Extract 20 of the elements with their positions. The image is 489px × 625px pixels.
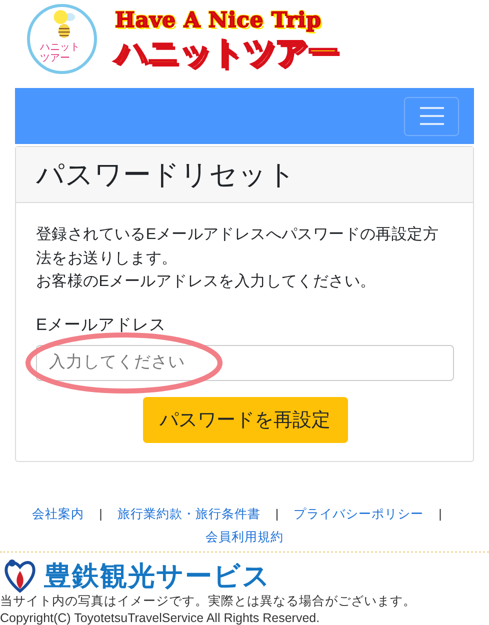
badge-text: ツアー [40,53,70,64]
field-label: Eメールアドレス [36,314,168,336]
company-name: 豊鉄観光サービス [44,560,271,590]
email-field[interactable]: 入力してください [36,344,454,380]
footer-link[interactable]: プライバシーポリシー [294,502,424,526]
badge-text: ハニット [40,42,80,53]
footer-link[interactable]: 会員利用規約 [206,526,284,548]
logo-name: ハニットツアー [115,33,338,71]
separator-text: | [99,506,102,523]
footer-link[interactable]: 会社案内 [32,502,84,526]
logo-title: Have A Nice Trip [115,7,322,33]
copyright-text: Copyright(C) ToyotetsuTravelService All Rights Reserved. [0,610,321,625]
footer-link[interactable]: 旅行業約款・旅行条件書 [117,502,260,526]
separator-text: | [438,506,442,523]
instruction-text: 登録されているEメールアドレスへパスワードの再設定方法をお送りします。 [36,225,440,268]
separator-text: | [275,506,279,523]
instruction-text: お客様のEメールアドレスを入力してください。 [36,272,377,292]
notice-text: 当サイト内の写真はイメージです。実際とは異なる場合がございます。 [0,592,417,610]
card-title: パスワードリセット [16,147,473,203]
reset-password-button[interactable]: パスワードを再設定 [142,396,348,442]
